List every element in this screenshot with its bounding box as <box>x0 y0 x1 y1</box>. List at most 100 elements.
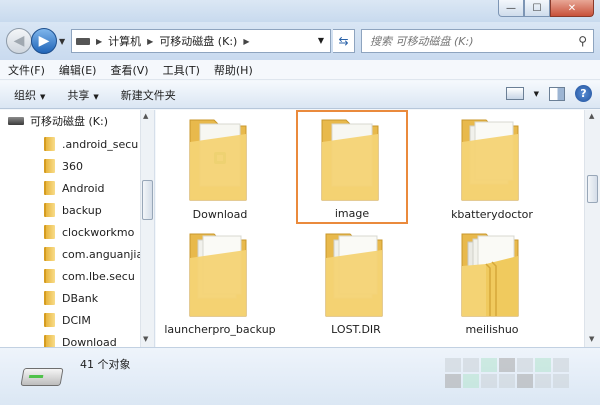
folder-icon <box>44 269 55 283</box>
view-options-dropdown[interactable]: ▼ <box>534 90 539 98</box>
tree-item-label: 360 <box>62 159 83 173</box>
watermark-mosaic <box>445 358 569 388</box>
tree-item[interactable]: com.anguanjia <box>44 243 143 265</box>
tree-item[interactable]: Download <box>44 331 117 347</box>
folder-label: Download <box>192 208 248 221</box>
nav-pane-scrollbar[interactable]: ▲ ▼ <box>140 110 154 347</box>
tree-item-label: .android_secu <box>62 137 139 151</box>
tree-item[interactable]: com.lbe.secu <box>44 265 135 287</box>
item-count: 41 个对象 <box>80 358 131 371</box>
tree-item-label: 可移动磁盘 (K:) <box>30 115 108 128</box>
folder-icon <box>44 225 55 239</box>
arrow-right-icon: ▶ <box>38 33 50 49</box>
folder-icon <box>321 119 379 201</box>
folder-label: image <box>334 207 370 220</box>
refresh-icon: ⇆ <box>338 34 349 48</box>
folder-item-kbatterydoctor[interactable]: kbatterydoctor <box>432 114 552 226</box>
folder-icon <box>44 203 55 217</box>
tree-item[interactable]: clockworkmo <box>44 221 134 243</box>
recent-pages-dropdown[interactable]: ▼ <box>59 37 65 46</box>
address-dropdown[interactable]: ▼ <box>318 36 324 45</box>
search-box[interactable]: ⚲ <box>361 29 594 53</box>
folder-icon <box>44 335 55 347</box>
navigation-bar: ◀ ▶ ▼ ▶ 计算机 ▶ 可移动磁盘 (K:) ▶ ▼ ⇆ ⚲ <box>0 22 600 60</box>
folder-icon <box>189 233 247 317</box>
tree-item-label: com.lbe.secu <box>62 269 135 283</box>
scroll-up-icon[interactable]: ▲ <box>143 112 148 120</box>
folder-item-meilishuo[interactable]: meilishuo <box>432 228 552 347</box>
share-label: 共享 <box>67 88 90 102</box>
menu-bar: 文件(F) 编辑(E) 查看(V) 工具(T) 帮助(H) <box>0 60 600 80</box>
organize-label: 组织 <box>14 88 36 102</box>
breadcrumb-computer[interactable]: 计算机 <box>104 33 145 49</box>
preview-pane-icon[interactable] <box>549 86 565 101</box>
folder-icon <box>461 119 519 201</box>
tree-item[interactable]: Android <box>44 177 105 199</box>
arrow-left-icon: ◀ <box>13 33 25 49</box>
folder-icon <box>44 137 55 151</box>
help-icon[interactable]: ? <box>575 85 592 102</box>
folder-label: LOST.DIR <box>331 323 381 336</box>
breadcrumb-drive[interactable]: 可移动磁盘 (K:) <box>155 33 241 49</box>
scroll-down-icon[interactable]: ▼ <box>589 335 594 343</box>
scrollbar-thumb[interactable] <box>587 175 598 203</box>
chevron-right-icon[interactable]: ▶ <box>94 37 104 46</box>
new-folder-button[interactable]: 新建文件夹 <box>121 87 176 103</box>
minimize-button[interactable]: — <box>498 0 524 17</box>
file-list-scrollbar[interactable]: ▲ ▼ <box>584 110 600 347</box>
forward-button[interactable]: ▶ <box>31 28 57 54</box>
tree-item[interactable]: .android_secu <box>44 133 138 155</box>
tree-item-drive[interactable]: 可移动磁盘 (K:) <box>8 110 108 132</box>
menu-tools[interactable]: 工具(T) <box>163 62 200 78</box>
search-icon[interactable]: ⚲ <box>578 34 587 48</box>
chevron-right-icon[interactable]: ▶ <box>145 37 155 46</box>
menu-file[interactable]: 文件(F) <box>8 62 45 78</box>
tree-item[interactable]: backup <box>44 199 102 221</box>
file-list: Download image kbatterydoctor launcherpr… <box>156 110 584 347</box>
refresh-button[interactable]: ⇆ <box>333 29 355 53</box>
folder-item-launcherpro-backup[interactable]: launcherpro_backup <box>160 228 280 347</box>
scroll-up-icon[interactable]: ▲ <box>589 112 594 120</box>
folder-icon <box>44 291 55 305</box>
chevron-down-icon: ▼ <box>40 92 46 101</box>
folder-label: launcherpro_backup <box>164 323 276 336</box>
folder-icon <box>325 233 383 317</box>
tree-item-label: backup <box>62 203 102 217</box>
menu-help[interactable]: 帮助(H) <box>214 62 253 78</box>
tree-item[interactable]: DCIM <box>44 309 91 331</box>
folder-item-lost-dir[interactable]: LOST.DIR <box>296 228 416 347</box>
share-button[interactable]: 共享 ▼ <box>67 87 98 103</box>
tree-item-label: Android <box>62 181 105 195</box>
folder-icon <box>44 181 55 195</box>
folder-item-download[interactable]: Download <box>160 114 280 226</box>
command-bar: 组织 ▼ 共享 ▼ 新建文件夹 ▼ ? <box>0 81 600 109</box>
tree-item-label: Download <box>62 335 117 348</box>
maximize-button[interactable]: ☐ <box>524 0 550 17</box>
search-input[interactable] <box>362 30 562 52</box>
title-bar: — ☐ ✕ <box>0 0 600 22</box>
tree-item-label: clockworkmo <box>62 225 135 239</box>
folder-icon <box>44 247 55 261</box>
chevron-right-icon[interactable]: ▶ <box>241 37 251 46</box>
tree-item-label: com.anguanjia <box>62 247 144 261</box>
tree-item[interactable]: DBank <box>44 287 98 309</box>
organize-button[interactable]: 组织 ▼ <box>14 87 45 103</box>
scroll-down-icon[interactable]: ▼ <box>143 335 148 343</box>
folder-icon <box>44 159 55 173</box>
close-button[interactable]: ✕ <box>550 0 594 17</box>
scrollbar-thumb[interactable] <box>142 180 153 220</box>
change-view-icon[interactable] <box>505 87 524 100</box>
menu-view[interactable]: 查看(V) <box>110 62 148 78</box>
back-button[interactable]: ◀ <box>6 28 32 54</box>
tree-item-label: DBank <box>62 291 99 305</box>
folder-icon <box>44 313 55 327</box>
folder-label: kbatterydoctor <box>451 208 533 221</box>
drive-icon <box>76 37 90 45</box>
tree-item[interactable]: 360 <box>44 155 83 177</box>
menu-edit[interactable]: 编辑(E) <box>59 62 97 78</box>
chevron-down-icon: ▼ <box>93 92 99 101</box>
address-bar[interactable]: ▶ 计算机 ▶ 可移动磁盘 (K:) ▶ ▼ <box>71 29 331 53</box>
folder-item-image[interactable]: image <box>296 110 408 224</box>
tree-item-label: DCIM <box>62 313 91 327</box>
navigation-pane: 可移动磁盘 (K:) .android_secu 360 Android bac… <box>0 110 155 347</box>
